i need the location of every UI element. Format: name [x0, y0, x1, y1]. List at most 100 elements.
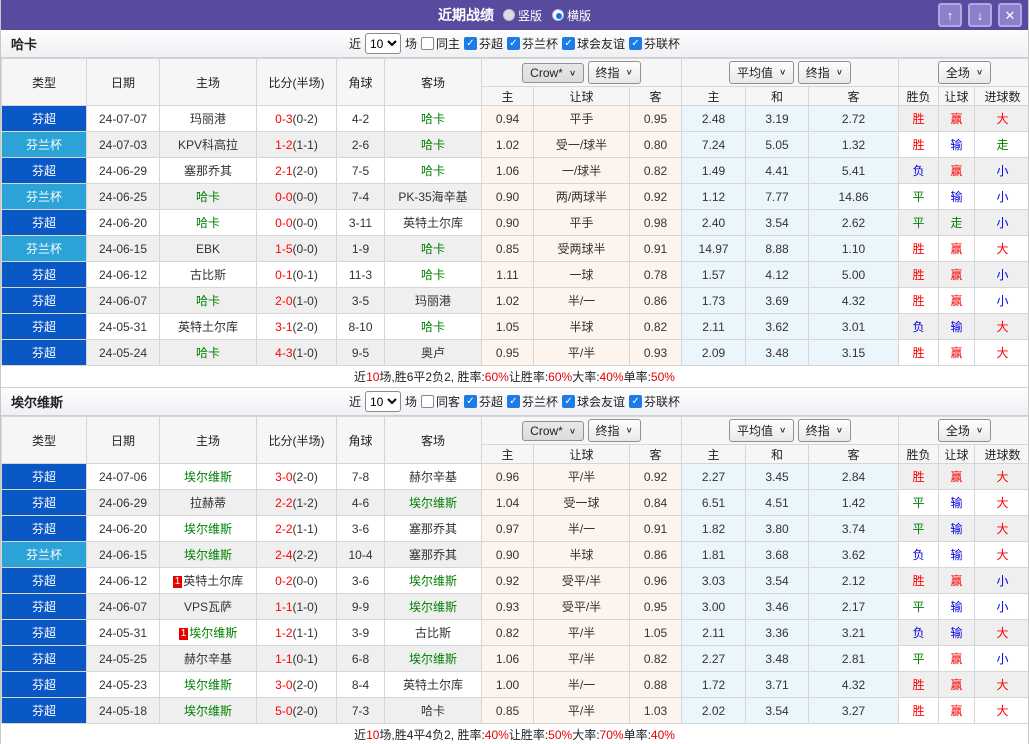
avg-away-cell: 14.86	[809, 184, 899, 210]
chevron-down-icon: ∨	[626, 68, 633, 77]
match-row: 芬超24-06-07哈卡2-0(1-0)3-5玛丽港1.02半/一0.861.7…	[2, 288, 1029, 314]
avg-home-cell: 1.49	[682, 158, 746, 184]
match-row: 芬超24-05-311埃尔维斯1-2(1-1)3-9古比斯0.82平/半1.05…	[2, 620, 1029, 646]
odds-home-cell: 0.94	[482, 106, 534, 132]
league-checkbox[interactable]: ✓	[464, 37, 477, 50]
odds-stage-select[interactable]: 终指∨	[588, 61, 641, 84]
avg-away-cell: 2.81	[809, 646, 899, 672]
fulltime-score: 0-1	[275, 268, 292, 282]
result-outcome-cell: 平	[899, 594, 939, 620]
league-checkbox[interactable]: ✓	[562, 37, 575, 50]
home-team-cell: 古比斯	[160, 262, 257, 288]
result-outcome-cell: 平	[899, 516, 939, 542]
move-down-button[interactable]: ↓	[968, 3, 992, 27]
date-cell: 24-06-12	[87, 568, 160, 594]
layout-radio-vertical[interactable]: 竖版	[503, 7, 542, 24]
result-handicap-cell: 赢	[939, 568, 975, 594]
odds-away-cell: 0.82	[630, 646, 682, 672]
away-team-name: 哈卡	[421, 112, 445, 126]
bookmaker-select[interactable]: Crow*∨	[522, 63, 584, 83]
league-label: 芬超	[479, 393, 503, 410]
halftime-score: (1-1)	[293, 522, 318, 536]
fulltime-select[interactable]: 全场∨	[938, 61, 991, 84]
league-checkbox[interactable]: ✓	[507, 37, 520, 50]
avg-draw-cell: 3.36	[746, 620, 809, 646]
average-select[interactable]: 平均值∨	[729, 61, 794, 84]
score-cell: 0-3(0-2)	[257, 106, 337, 132]
odds-handicap-cell: 平/半	[534, 464, 630, 490]
result-handicap-cell: 输	[939, 542, 975, 568]
league-checkbox[interactable]: ✓	[507, 395, 520, 408]
odds-home-cell: 1.06	[482, 646, 534, 672]
result-goals-cell: 大	[975, 490, 1029, 516]
average-stage-select[interactable]: 终指∨	[798, 419, 851, 442]
col-goals-result: 进球数	[975, 445, 1029, 464]
date-cell: 24-05-31	[87, 620, 160, 646]
average-stage-select[interactable]: 终指∨	[798, 61, 851, 84]
same-venue-checkbox[interactable]	[421, 395, 434, 408]
league-cell: 芬超	[2, 672, 87, 698]
match-row: 芬超24-06-20哈卡0-0(0-0)3-11英特土尔库0.90平手0.982…	[2, 210, 1029, 236]
avg-away-cell: 5.00	[809, 262, 899, 288]
summary-ilves: 近10场,胜4平4负2, 胜率:40% 让胜率:50% 大率:70% 单率:40…	[1, 724, 1028, 744]
halftime-score: (0-0)	[293, 242, 318, 256]
league-cell: 芬兰杯	[2, 184, 87, 210]
league-cell: 芬兰杯	[2, 132, 87, 158]
summary-text: 让胜率:	[509, 368, 548, 385]
result-goals-cell: 小	[975, 210, 1029, 236]
fulltime-select[interactable]: 全场∨	[938, 419, 991, 442]
same-venue-checkbox[interactable]	[421, 37, 434, 50]
col-avg-home: 主	[682, 445, 746, 464]
result-outcome-cell: 负	[899, 542, 939, 568]
chevron-down-icon: ∨	[779, 68, 786, 77]
col-odds-home: 主	[482, 445, 534, 464]
close-button[interactable]: ✕	[998, 3, 1022, 27]
match-count-select[interactable]: 10	[365, 33, 401, 54]
corner-cell: 3-11	[337, 210, 385, 236]
games-label: 场	[405, 393, 417, 410]
odds-away-cell: 0.95	[630, 594, 682, 620]
league-checkbox[interactable]: ✓	[629, 37, 642, 50]
league-filter-item: ✓芬兰杯	[507, 393, 558, 410]
league-checkbox[interactable]: ✓	[629, 395, 642, 408]
odds-away-cell: 0.80	[630, 132, 682, 158]
result-outcome-cell: 胜	[899, 464, 939, 490]
col-date: 日期	[87, 59, 160, 106]
odds-handicap-cell: 平/半	[534, 698, 630, 724]
league-filter-item: ✓芬联杯	[629, 35, 680, 52]
away-team-name: 哈卡	[421, 164, 445, 178]
league-label: 球会友谊	[577, 393, 625, 410]
col-odds-handicap: 让球	[534, 87, 630, 106]
odds-home-cell: 1.04	[482, 490, 534, 516]
league-cell: 芬超	[2, 568, 87, 594]
bookmaker-select[interactable]: Crow*∨	[522, 421, 584, 441]
match-count-select[interactable]: 10	[365, 391, 401, 412]
away-team-name: 奥卢	[421, 346, 445, 360]
league-cell: 芬超	[2, 262, 87, 288]
col-home: 主场	[160, 417, 257, 464]
result-goals-cell: 大	[975, 464, 1029, 490]
avg-draw-cell: 8.88	[746, 236, 809, 262]
move-up-button[interactable]: ↑	[938, 3, 962, 27]
result-goals-cell: 大	[975, 542, 1029, 568]
league-checkbox[interactable]: ✓	[464, 395, 477, 408]
league-checkbox[interactable]: ✓	[562, 395, 575, 408]
date-cell: 24-06-15	[87, 236, 160, 262]
score-cell: 2-0(1-0)	[257, 288, 337, 314]
avg-away-cell: 3.74	[809, 516, 899, 542]
home-team-name: 埃尔维斯	[189, 626, 237, 640]
score-cell: 3-0(2-0)	[257, 672, 337, 698]
league-cell: 芬超	[2, 464, 87, 490]
col-home: 主场	[160, 59, 257, 106]
halftime-score: (1-1)	[293, 626, 318, 640]
corner-cell: 9-9	[337, 594, 385, 620]
layout-radio-horizontal[interactable]: 横版	[552, 7, 591, 24]
home-team-cell: 英特土尔库	[160, 314, 257, 340]
away-team-cell: 赫尔辛基	[385, 464, 482, 490]
halftime-score: (1-0)	[293, 600, 318, 614]
odds-stage-select[interactable]: 终指∨	[588, 419, 641, 442]
odds-away-cell: 1.03	[630, 698, 682, 724]
result-outcome-cell: 负	[899, 158, 939, 184]
summary-value: 40%	[485, 728, 509, 742]
average-select[interactable]: 平均值∨	[729, 419, 794, 442]
